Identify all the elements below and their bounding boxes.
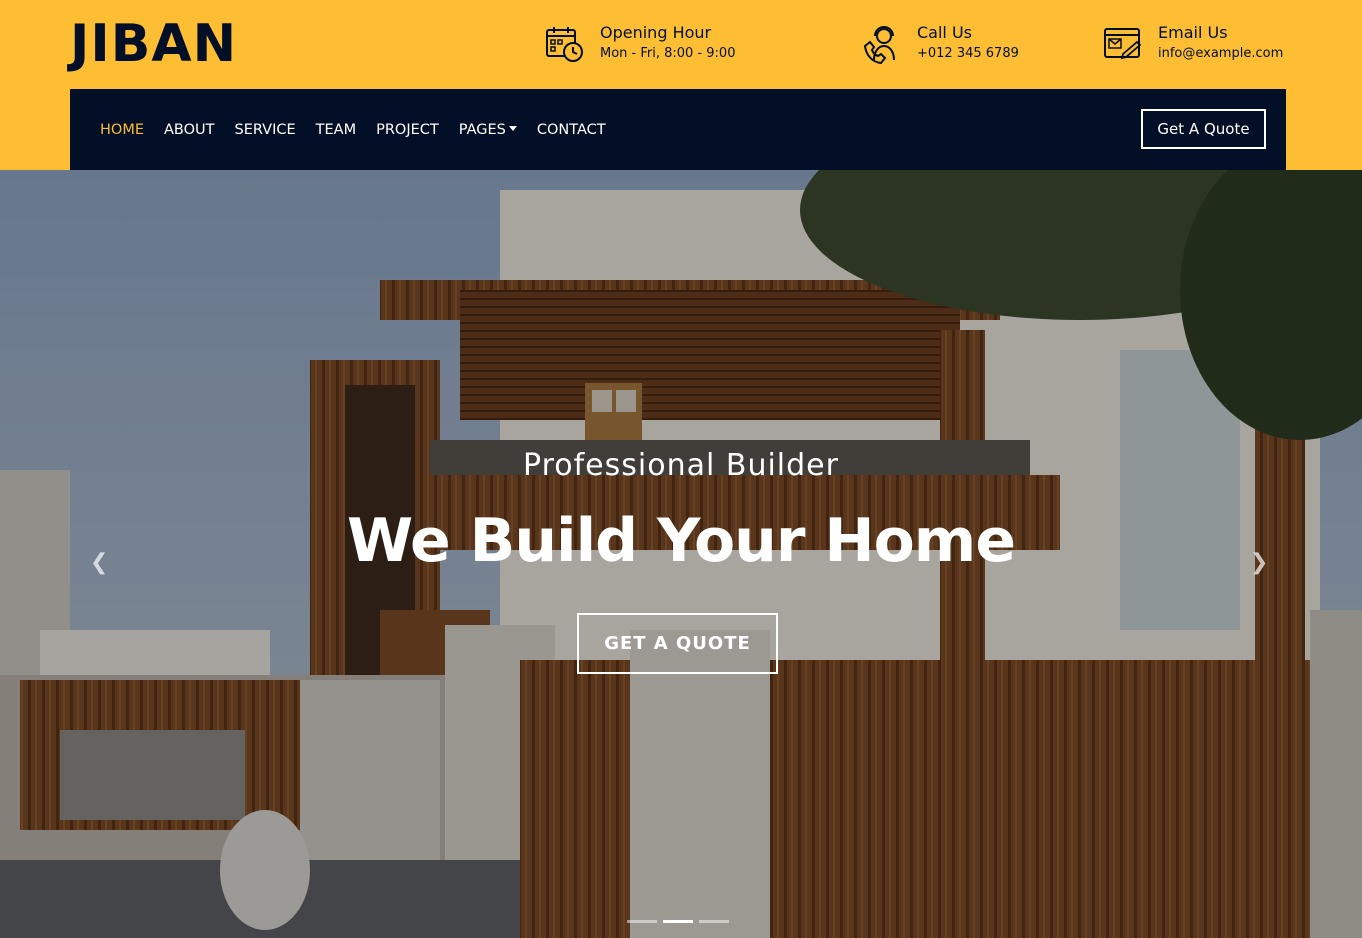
nav-item-home[interactable]: HOME xyxy=(100,122,144,138)
email-us-info: Email Us info@example.com xyxy=(1103,22,1283,66)
email-us-title: Email Us xyxy=(1158,23,1228,42)
call-us-title: Call Us xyxy=(917,23,972,42)
support-agent-icon xyxy=(863,26,895,64)
nav-item-team[interactable]: TEAM xyxy=(316,122,356,138)
opening-hour-title: Opening Hour xyxy=(600,23,712,42)
caret-down-icon xyxy=(508,125,517,131)
opening-hour-info: Opening Hour Mon - Fri, 8:00 - 9:00 xyxy=(545,22,735,66)
nav-item-pages-label: PAGES xyxy=(458,121,506,138)
carousel-indicators xyxy=(627,920,735,923)
carousel-indicator[interactable] xyxy=(663,920,693,923)
nav-item-project[interactable]: PROJECT xyxy=(376,122,439,138)
email-us-address[interactable]: info@example.com xyxy=(1158,43,1283,65)
call-us-phone[interactable]: +012 345 6789 xyxy=(917,43,1019,65)
call-us-info: Call Us +012 345 6789 xyxy=(862,22,1019,66)
carousel-indicator[interactable] xyxy=(699,920,729,923)
get-a-quote-button[interactable]: Get A Quote xyxy=(1141,109,1266,149)
main-nav: HOME ABOUT SERVICE TEAM PROJECT PAGES CO… xyxy=(70,89,1286,170)
nav-item-service[interactable]: SERVICE xyxy=(235,122,296,138)
hero-carousel: ❮ ❯ Professional Builder We Build Your H… xyxy=(0,170,1362,938)
site-logo[interactable]: JIBAN xyxy=(70,14,237,74)
mail-icon xyxy=(1104,28,1142,60)
calendar-clock-icon xyxy=(546,27,583,62)
hero-title: We Build Your Home xyxy=(346,506,1016,576)
nav-item-pages-dropdown[interactable]: PAGES xyxy=(459,122,517,138)
nav-item-about[interactable]: ABOUT xyxy=(164,122,215,138)
hero-get-a-quote-button[interactable]: GET A QUOTE xyxy=(577,613,778,674)
opening-hour-value: Mon - Fri, 8:00 - 9:00 xyxy=(600,46,736,61)
nav-menu: HOME ABOUT SERVICE TEAM PROJECT PAGES CO… xyxy=(100,89,626,170)
nav-item-contact[interactable]: CONTACT xyxy=(537,122,606,138)
hero-subtitle: Professional Builder xyxy=(523,448,839,483)
carousel-indicator[interactable] xyxy=(627,920,657,923)
